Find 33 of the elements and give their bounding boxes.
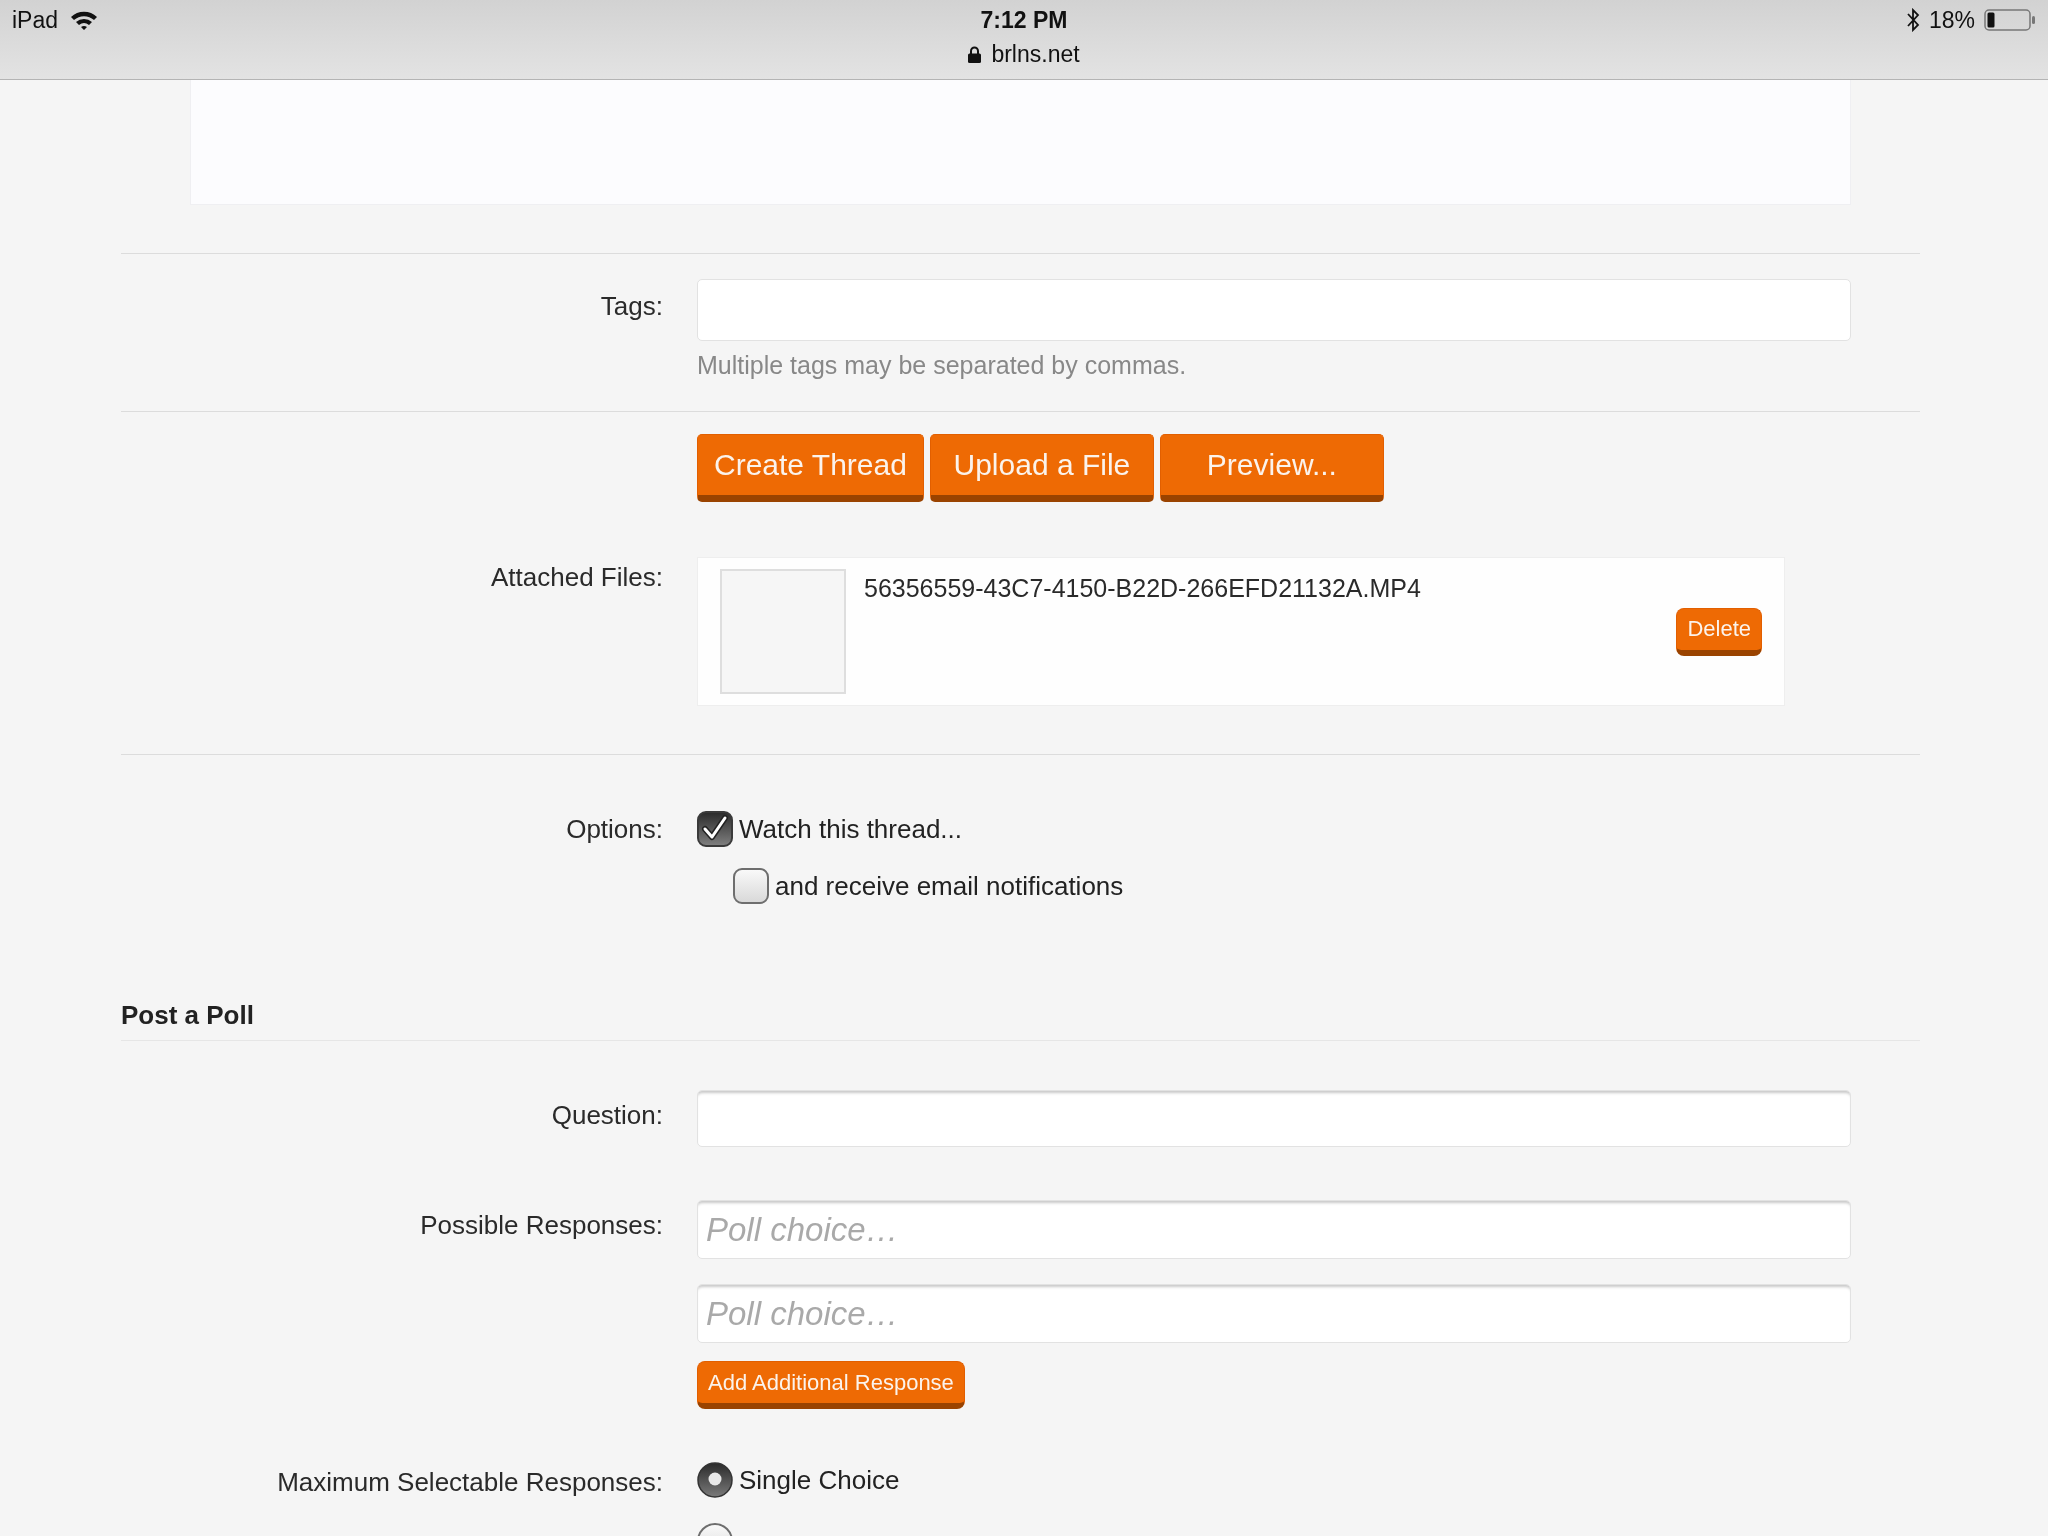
preview-button[interactable]: Preview... [1159, 434, 1384, 502]
checkbox[interactable] [733, 868, 769, 904]
lock-icon [968, 45, 982, 63]
field-label: Maximum Selectable Responses: [277, 1466, 663, 1498]
device-name: iPad [12, 6, 59, 34]
create-thread-button[interactable]: Create Thread [697, 434, 924, 502]
field-label: Possible Responses: [420, 1209, 663, 1241]
file-name: 56356559-43C7-4150-B22D-266EFD21132A.MP4 [864, 573, 1422, 604]
add-response-button[interactable]: Add Additional Response [697, 1361, 965, 1409]
option-label: and receive email notifications [775, 870, 1124, 903]
help-text: Multiple tags may be separated by commas. [697, 350, 1187, 380]
field-label: Attached Files: [491, 561, 663, 593]
url-address[interactable]: brlns.net [991, 40, 1080, 68]
field-label: Question: [551, 1099, 663, 1131]
wifi-icon [70, 10, 99, 30]
upload-file-button[interactable]: Upload a File [929, 434, 1154, 502]
battery-icon [1984, 9, 2036, 31]
field-label: Options: [566, 813, 663, 845]
text-input[interactable]: Poll choice… [697, 1284, 1851, 1343]
radio-button[interactable] [697, 1462, 733, 1498]
text-input[interactable]: Poll choice… [697, 1200, 1851, 1259]
text-input[interactable] [697, 1090, 1851, 1147]
option-label: Watch this thread... [739, 813, 963, 846]
clock-time: 7:12 PM [980, 6, 1068, 34]
bluetooth-icon [1906, 8, 1920, 32]
editor-field[interactable] [190, 80, 1851, 205]
option-label: Single Choice [739, 1464, 900, 1497]
battery-percentage: 18% [1928, 6, 1975, 34]
delete-button[interactable]: Delete [1676, 607, 1762, 656]
field-label: Tags: [600, 290, 663, 322]
checkbox[interactable] [697, 811, 733, 847]
text-input[interactable] [697, 279, 1851, 341]
section-heading: Post a Poll [121, 1000, 254, 1030]
